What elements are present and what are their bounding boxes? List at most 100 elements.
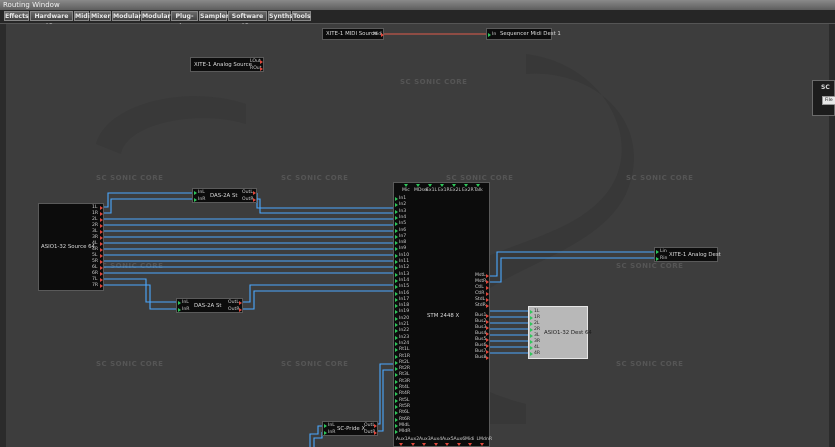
module-das-2a-bottom[interactable]: InL InR DAS-2A St OutL OutR	[176, 298, 243, 313]
output-port[interactable]	[253, 198, 256, 202]
output-port[interactable]	[100, 236, 103, 240]
tab-sampler[interactable]: Sampler	[199, 11, 229, 21]
module-stm-2448-x[interactable]: STM 2448 X Mic MDsel Ex1L Ex1R Ex2L Ex2R Talk I…	[393, 182, 492, 447]
module-xite-analog-source[interactable]: XITE-1 Analog Source LOut ROut	[190, 57, 264, 72]
output-port[interactable]	[486, 338, 489, 342]
output-port[interactable]	[374, 431, 377, 435]
tab-modular2[interactable]: Modular2	[112, 11, 146, 21]
output-port[interactable]	[260, 60, 263, 64]
input-port[interactable]	[395, 341, 398, 346]
input-port[interactable]	[395, 203, 398, 208]
input-port[interactable]	[404, 184, 408, 187]
input-port[interactable]	[395, 392, 398, 397]
module-xite-analog-dest[interactable]: Lin Rin XITE-1 Analog Dest	[654, 247, 721, 262]
input-port[interactable]	[395, 379, 398, 384]
module-asio-source[interactable]: ASIO1-32 Source 64 1L 1R 2L 2R 3L 3R 4L 4R 5L 5R 6…	[38, 203, 104, 291]
input-port[interactable]	[395, 260, 398, 264]
input-port[interactable]	[395, 253, 398, 258]
input-port[interactable]	[395, 423, 398, 428]
output-port[interactable]	[486, 320, 489, 324]
output-port[interactable]	[486, 280, 489, 284]
module-sc-pride-x[interactable]: InL InR SC-Pride X OutL OutR	[322, 421, 378, 436]
tab-midi[interactable]: Midi	[74, 11, 90, 21]
input-port[interactable]	[395, 373, 398, 378]
input-port[interactable]	[395, 398, 398, 403]
input-port[interactable]	[395, 329, 398, 334]
tab-hardware-ios[interactable]: Hardware IOs	[30, 11, 73, 30]
input-port[interactable]	[395, 386, 398, 390]
output-port[interactable]	[100, 206, 103, 210]
input-port[interactable]	[452, 184, 456, 187]
module-sequencer-midi-dest[interactable]: In Sequencer Midi Dest 1	[486, 28, 561, 40]
output-port[interactable]	[374, 424, 377, 428]
input-port[interactable]	[395, 247, 398, 252]
input-port[interactable]	[395, 430, 398, 435]
output-port[interactable]	[433, 443, 438, 446]
input-port[interactable]	[395, 215, 398, 220]
output-port[interactable]	[100, 266, 103, 270]
module-asio-dest[interactable]: ASIO1-32 Dest 64 1L 1R 2L 2R 3L 3R 4L 4R	[528, 306, 592, 359]
output-port[interactable]	[381, 33, 384, 37]
output-port[interactable]	[239, 308, 242, 312]
output-port[interactable]	[260, 67, 263, 71]
input-port[interactable]	[476, 184, 480, 187]
output-port[interactable]	[100, 284, 103, 288]
input-port[interactable]	[395, 278, 398, 283]
input-port[interactable]	[395, 367, 398, 372]
module-xite-midi-source[interactable]: XITE-1 MIDI Source Midi	[322, 28, 384, 40]
file-button[interactable]: File	[822, 96, 835, 105]
input-port[interactable]	[194, 191, 197, 195]
output-port[interactable]	[456, 443, 461, 446]
output-port[interactable]	[486, 304, 489, 308]
input-port[interactable]	[395, 297, 398, 302]
output-port[interactable]	[486, 314, 489, 318]
input-port[interactable]	[395, 228, 398, 233]
output-port[interactable]	[100, 260, 103, 264]
input-port[interactable]	[656, 257, 659, 261]
output-port[interactable]	[486, 274, 489, 278]
output-port[interactable]	[100, 254, 103, 258]
output-port[interactable]	[422, 443, 426, 446]
tab-software-ios[interactable]: Software IOs	[228, 11, 267, 30]
input-port[interactable]	[530, 352, 533, 356]
tab-plug-ins[interactable]: Plug-Ins	[171, 11, 198, 30]
input-port[interactable]	[395, 348, 398, 353]
input-port[interactable]	[488, 33, 491, 37]
input-port[interactable]	[395, 222, 398, 227]
output-port[interactable]	[100, 278, 103, 282]
input-port[interactable]	[395, 404, 398, 409]
output-port[interactable]	[445, 443, 449, 446]
input-port[interactable]	[395, 310, 398, 315]
input-port[interactable]	[395, 241, 398, 246]
tab-synths[interactable]: Synths	[268, 11, 293, 21]
output-port[interactable]	[100, 242, 103, 246]
input-port[interactable]	[324, 431, 327, 435]
input-port[interactable]	[395, 335, 398, 340]
input-port[interactable]	[530, 322, 533, 326]
input-port[interactable]	[395, 266, 398, 271]
output-port[interactable]	[410, 443, 415, 446]
input-port[interactable]	[530, 316, 533, 320]
output-port[interactable]	[100, 224, 103, 228]
input-port[interactable]	[178, 308, 181, 312]
input-port[interactable]	[416, 184, 420, 187]
input-port[interactable]	[530, 310, 533, 314]
input-port[interactable]	[324, 424, 327, 428]
output-port[interactable]	[486, 356, 489, 360]
output-port[interactable]	[100, 212, 103, 216]
input-port[interactable]	[395, 209, 398, 214]
input-port[interactable]	[440, 184, 444, 187]
input-port[interactable]	[395, 197, 398, 201]
input-port[interactable]	[530, 334, 533, 338]
input-port[interactable]	[464, 184, 468, 187]
input-port[interactable]	[395, 285, 398, 290]
input-port[interactable]	[530, 328, 533, 332]
input-port[interactable]	[395, 323, 398, 327]
tab-tools[interactable]: Tools	[292, 11, 311, 21]
tab-effects[interactable]: Effects	[4, 11, 29, 21]
output-port[interactable]	[399, 443, 403, 446]
output-port[interactable]	[486, 332, 489, 336]
output-port[interactable]	[486, 292, 489, 296]
output-port[interactable]	[100, 248, 103, 252]
input-port[interactable]	[395, 411, 398, 416]
